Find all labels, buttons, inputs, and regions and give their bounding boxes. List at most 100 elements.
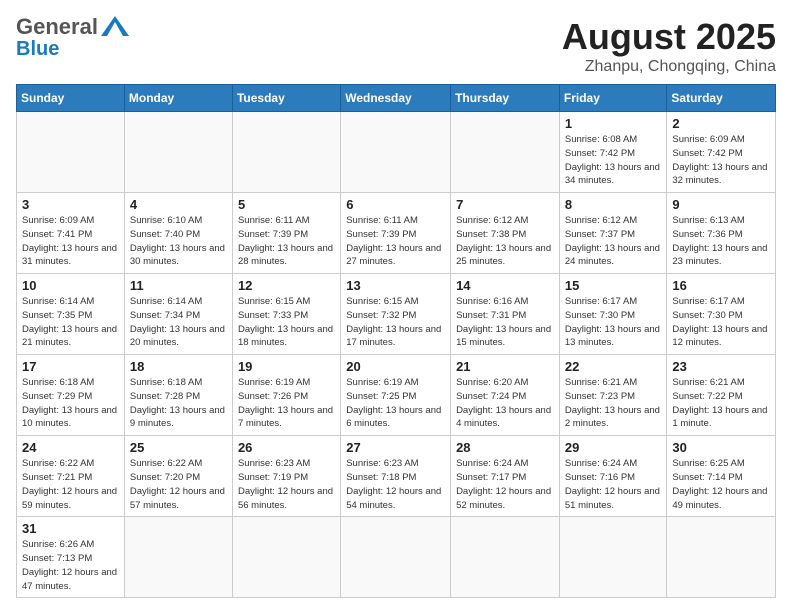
- day-info: Sunrise: 6:24 AM Sunset: 7:17 PM Dayligh…: [456, 457, 554, 512]
- day-number: 3: [22, 197, 119, 212]
- calendar-cell: 4 Sunrise: 6:10 AM Sunset: 7:40 PM Daylig…: [124, 193, 232, 274]
- day-info: Sunrise: 6:24 AM Sunset: 7:16 PM Dayligh…: [565, 457, 662, 512]
- weekday-header-saturday: Saturday: [667, 85, 776, 112]
- weekday-header-thursday: Thursday: [451, 85, 560, 112]
- day-info: Sunrise: 6:12 AM Sunset: 7:38 PM Dayligh…: [456, 214, 554, 269]
- calendar-table: SundayMondayTuesdayWednesdayThursdayFrid…: [16, 84, 776, 598]
- day-info: Sunrise: 6:25 AM Sunset: 7:14 PM Dayligh…: [672, 457, 770, 512]
- calendar-cell: 9 Sunrise: 6:13 AM Sunset: 7:36 PM Daylig…: [667, 193, 776, 274]
- day-info: Sunrise: 6:23 AM Sunset: 7:19 PM Dayligh…: [238, 457, 335, 512]
- calendar-row-3: 10Sunrise: 6:14 AM Sunset: 7:35 PM Dayli…: [17, 274, 776, 355]
- day-info: Sunrise: 6:17 AM Sunset: 7:30 PM Dayligh…: [565, 295, 662, 350]
- calendar-cell: [124, 517, 232, 598]
- day-number: 30: [672, 440, 770, 455]
- day-number: 18: [130, 359, 227, 374]
- calendar-cell: 13Sunrise: 6:15 AM Sunset: 7:32 PM Dayli…: [341, 274, 451, 355]
- calendar-cell: 25 Sunrise: 6:22 AM Sunset: 7:20 PM Dayli…: [124, 436, 232, 517]
- day-info: Sunrise: 6:10 AM Sunset: 7:40 PM Dayligh…: [130, 214, 227, 269]
- calendar-cell: 7Sunrise: 6:12 AM Sunset: 7:38 PM Daylig…: [451, 193, 560, 274]
- day-info: Sunrise: 6:18 AM Sunset: 7:28 PM Dayligh…: [130, 376, 227, 431]
- day-info: Sunrise: 6:17 AM Sunset: 7:30 PM Dayligh…: [672, 295, 770, 350]
- calendar-cell: 14 Sunrise: 6:16 AM Sunset: 7:31 PM Dayli…: [451, 274, 560, 355]
- weekday-header-monday: Monday: [124, 85, 232, 112]
- day-info: Sunrise: 6:26 AM Sunset: 7:13 PM Dayligh…: [22, 538, 119, 593]
- calendar-cell: 27Sunrise: 6:23 AM Sunset: 7:18 PM Dayli…: [341, 436, 451, 517]
- day-number: 17: [22, 359, 119, 374]
- calendar-cell: [451, 517, 560, 598]
- calendar-cell: 19 Sunrise: 6:19 AM Sunset: 7:26 PM Dayli…: [232, 355, 340, 436]
- title-area: August 2025 Zhanpu, Chongqing, China: [562, 16, 776, 76]
- day-info: Sunrise: 6:16 AM Sunset: 7:31 PM Dayligh…: [456, 295, 554, 350]
- logo-icon: [101, 16, 129, 36]
- calendar-cell: 23Sunrise: 6:21 AM Sunset: 7:22 PM Dayli…: [667, 355, 776, 436]
- calendar-cell: 6Sunrise: 6:11 AM Sunset: 7:39 PM Daylig…: [341, 193, 451, 274]
- calendar-cell: 12Sunrise: 6:15 AM Sunset: 7:33 PM Dayli…: [232, 274, 340, 355]
- calendar-cell: [341, 517, 451, 598]
- day-info: Sunrise: 6:22 AM Sunset: 7:20 PM Dayligh…: [130, 457, 227, 512]
- day-info: Sunrise: 6:11 AM Sunset: 7:39 PM Dayligh…: [346, 214, 445, 269]
- day-number: 13: [346, 278, 445, 293]
- calendar-cell: 11Sunrise: 6:14 AM Sunset: 7:34 PM Dayli…: [124, 274, 232, 355]
- day-number: 29: [565, 440, 662, 455]
- day-number: 31: [22, 521, 119, 536]
- day-number: 4: [130, 197, 227, 212]
- day-number: 19: [238, 359, 335, 374]
- location: Zhanpu, Chongqing, China: [562, 58, 776, 76]
- logo-blue-text: Blue: [16, 38, 59, 61]
- weekday-header-sunday: Sunday: [17, 85, 125, 112]
- calendar-cell: 8 Sunrise: 6:12 AM Sunset: 7:37 PM Daylig…: [559, 193, 667, 274]
- day-number: 22: [565, 359, 662, 374]
- day-number: 1: [565, 116, 662, 131]
- day-info: Sunrise: 6:22 AM Sunset: 7:21 PM Dayligh…: [22, 457, 119, 512]
- logo-general-text: General: [16, 16, 98, 38]
- calendar-cell: 17 Sunrise: 6:18 AM Sunset: 7:29 PM Dayli…: [17, 355, 125, 436]
- calendar-cell: 3 Sunrise: 6:09 AM Sunset: 7:41 PM Daylig…: [17, 193, 125, 274]
- weekday-header-wednesday: Wednesday: [341, 85, 451, 112]
- calendar-cell: [124, 112, 232, 193]
- day-number: 9: [672, 197, 770, 212]
- day-info: Sunrise: 6:19 AM Sunset: 7:26 PM Dayligh…: [238, 376, 335, 431]
- day-info: Sunrise: 6:08 AM Sunset: 7:42 PM Dayligh…: [565, 133, 662, 188]
- day-number: 11: [130, 278, 227, 293]
- day-number: 8: [565, 197, 662, 212]
- calendar-cell: 26Sunrise: 6:23 AM Sunset: 7:19 PM Dayli…: [232, 436, 340, 517]
- calendar-cell: 20Sunrise: 6:19 AM Sunset: 7:25 PM Dayli…: [341, 355, 451, 436]
- calendar-cell: [559, 517, 667, 598]
- calendar-cell: 28 Sunrise: 6:24 AM Sunset: 7:17 PM Dayli…: [451, 436, 560, 517]
- weekday-header-row: SundayMondayTuesdayWednesdayThursdayFrid…: [17, 85, 776, 112]
- calendar-cell: [451, 112, 560, 193]
- weekday-header-tuesday: Tuesday: [232, 85, 340, 112]
- month-title: August 2025: [562, 16, 776, 58]
- day-info: Sunrise: 6:11 AM Sunset: 7:39 PM Dayligh…: [238, 214, 335, 269]
- day-number: 15: [565, 278, 662, 293]
- day-info: Sunrise: 6:23 AM Sunset: 7:18 PM Dayligh…: [346, 457, 445, 512]
- day-info: Sunrise: 6:09 AM Sunset: 7:41 PM Dayligh…: [22, 214, 119, 269]
- day-number: 12: [238, 278, 335, 293]
- calendar-cell: 29 Sunrise: 6:24 AM Sunset: 7:16 PM Dayli…: [559, 436, 667, 517]
- calendar-cell: [17, 112, 125, 193]
- calendar-cell: 22Sunrise: 6:21 AM Sunset: 7:23 PM Dayli…: [559, 355, 667, 436]
- calendar-cell: 15 Sunrise: 6:17 AM Sunset: 7:30 PM Dayli…: [559, 274, 667, 355]
- day-number: 2: [672, 116, 770, 131]
- day-info: Sunrise: 6:13 AM Sunset: 7:36 PM Dayligh…: [672, 214, 770, 269]
- calendar-cell: [667, 517, 776, 598]
- day-info: Sunrise: 6:09 AM Sunset: 7:42 PM Dayligh…: [672, 133, 770, 188]
- day-number: 23: [672, 359, 770, 374]
- calendar-cell: 31 Sunrise: 6:26 AM Sunset: 7:13 PM Dayli…: [17, 517, 125, 598]
- calendar-cell: [232, 517, 340, 598]
- logo: General Blue: [16, 16, 129, 61]
- day-number: 10: [22, 278, 119, 293]
- day-number: 5: [238, 197, 335, 212]
- day-number: 25: [130, 440, 227, 455]
- day-number: 28: [456, 440, 554, 455]
- page-header: General Blue August 2025 Zhanpu, Chongqi…: [16, 16, 776, 76]
- calendar-cell: 1 Sunrise: 6:08 AM Sunset: 7:42 PM Daylig…: [559, 112, 667, 193]
- calendar-cell: [232, 112, 340, 193]
- calendar-cell: 10Sunrise: 6:14 AM Sunset: 7:35 PM Dayli…: [17, 274, 125, 355]
- calendar-cell: 2 Sunrise: 6:09 AM Sunset: 7:42 PM Daylig…: [667, 112, 776, 193]
- calendar-row-1: 1 Sunrise: 6:08 AM Sunset: 7:42 PM Daylig…: [17, 112, 776, 193]
- day-info: Sunrise: 6:12 AM Sunset: 7:37 PM Dayligh…: [565, 214, 662, 269]
- day-info: Sunrise: 6:18 AM Sunset: 7:29 PM Dayligh…: [22, 376, 119, 431]
- calendar-cell: 18 Sunrise: 6:18 AM Sunset: 7:28 PM Dayli…: [124, 355, 232, 436]
- day-number: 14: [456, 278, 554, 293]
